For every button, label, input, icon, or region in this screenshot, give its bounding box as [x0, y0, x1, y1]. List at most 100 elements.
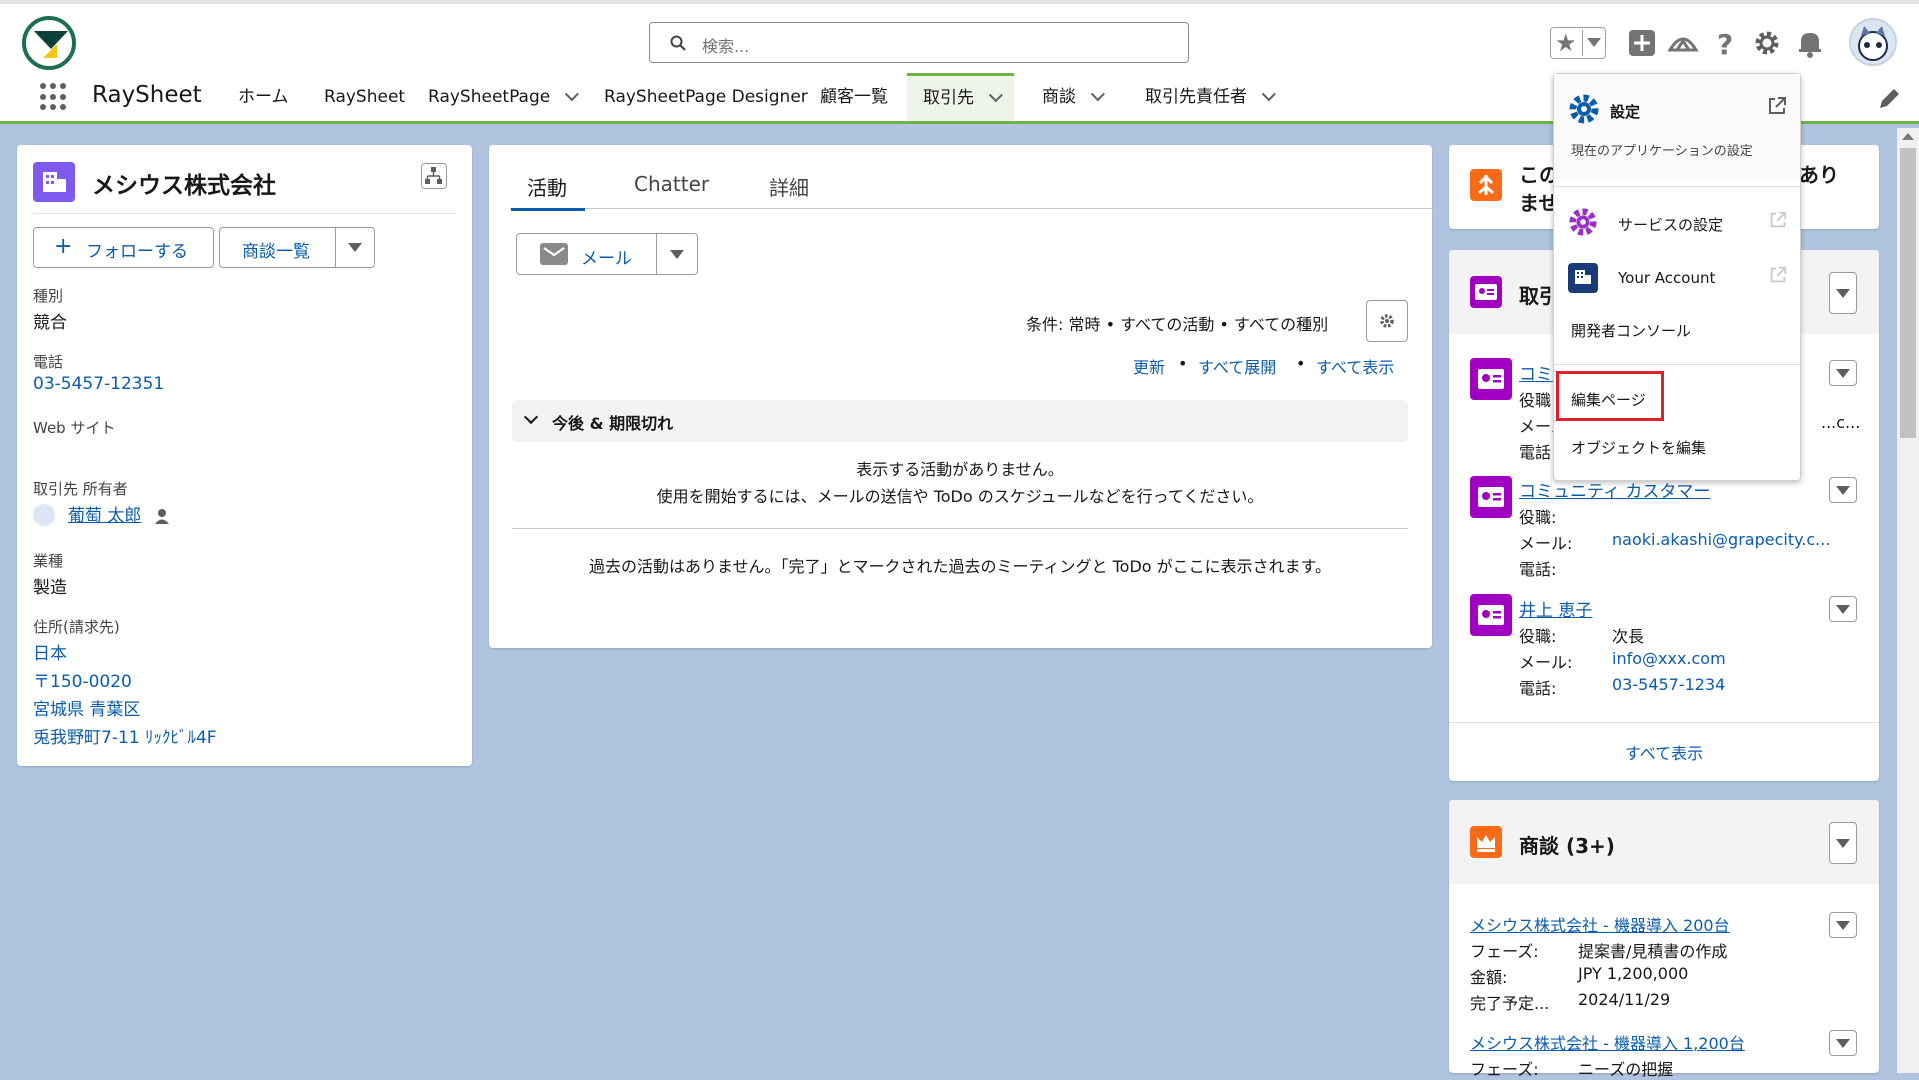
contact-card-icon	[1470, 276, 1502, 308]
nav-item-opportunities[interactable]: 商談	[1042, 73, 1105, 121]
menu-edit-object-item[interactable]: オブジェクトを編集	[1571, 437, 1706, 458]
amount-value: JPY 1,200,000	[1578, 964, 1689, 983]
alert-icon	[1470, 169, 1502, 201]
upcoming-overdue-section-header[interactable]: 今後 & 期限切れ	[512, 400, 1408, 442]
edit-nav-pencil-icon[interactable]	[1877, 87, 1901, 111]
tab-chatter[interactable]: Chatter	[634, 172, 709, 196]
star-icon: ★	[1555, 29, 1577, 57]
email-action-menu-button[interactable]	[656, 233, 698, 275]
email-link[interactable]: ...c...	[1821, 413, 1860, 432]
address-street-link[interactable]: 兎我野町7-11 ﾘｯｸﾋﾞﾙ4F	[33, 723, 217, 748]
follow-button[interactable]: + フォローする	[33, 227, 214, 268]
chevron-down-icon	[1836, 369, 1850, 378]
menu-developer-console-item[interactable]: 開発者コンソール	[1571, 320, 1691, 341]
owner-avatar	[33, 504, 55, 526]
owner-label: 取引先 所有者	[33, 480, 128, 498]
contacts-show-all-link[interactable]: すべて表示	[1449, 740, 1879, 764]
external-link-icon[interactable]	[1766, 95, 1788, 117]
contact-name-link[interactable]: 井上 恵子	[1519, 596, 1592, 621]
setup-gear-icon[interactable]	[1750, 26, 1784, 60]
no-activity-text: 表示する活動がありません。	[856, 460, 1064, 479]
nav-item-raysheet[interactable]: RaySheet	[324, 73, 405, 121]
setup-dropdown-menu: 設定 現在のアプリケーションの設定 サービスの設定 Your Account 開…	[1553, 73, 1801, 481]
settings-gear-icon	[1569, 94, 1599, 124]
industry-value: 製造	[33, 578, 67, 598]
phone-link[interactable]: 03-5457-1234	[1612, 675, 1725, 694]
opportunity-row-menu-button[interactable]	[1829, 1030, 1857, 1056]
separator-dot: •	[1296, 354, 1306, 373]
contact-row-menu-button[interactable]	[1829, 360, 1857, 386]
nav-item-contacts[interactable]: 取引先責任者	[1145, 73, 1276, 121]
chevron-down-icon[interactable]	[988, 88, 1003, 103]
trailhead-icon[interactable]	[1666, 26, 1700, 60]
nav-item-home[interactable]: ホーム	[238, 73, 289, 121]
opportunity-name-link[interactable]: メシウス株式会社 - 機器導入 200台	[1470, 912, 1730, 936]
favorites-button[interactable]: ★	[1550, 27, 1606, 59]
address-zip-link[interactable]: 〒150-0020	[33, 667, 132, 692]
opportunities-menu-button[interactable]	[1829, 822, 1857, 864]
chevron-down-icon	[1836, 839, 1850, 848]
address-country-link[interactable]: 日本	[33, 639, 67, 664]
menu-service-settings-item[interactable]: サービスの設定	[1618, 214, 1723, 235]
global-search-input[interactable]: 検索...	[649, 22, 1189, 63]
more-actions-button[interactable]	[335, 227, 375, 268]
role-label: 役職:	[1519, 508, 1557, 527]
global-actions-plus-icon[interactable]	[1625, 26, 1659, 60]
contact-name-link[interactable]: コミ	[1519, 360, 1553, 385]
show-all-link[interactable]: すべて表示	[1316, 354, 1394, 378]
nav-item-raysheetpage-designer[interactable]: RaySheetPage Designer	[604, 73, 808, 121]
address-city-link[interactable]: 宮城県 青葉区	[33, 695, 140, 720]
menu-settings-item[interactable]: 設定	[1610, 101, 1640, 122]
email-link[interactable]: naoki.akashi@grapecity.c...	[1612, 530, 1830, 549]
phone-label: 電話	[33, 353, 64, 371]
phone-label: 電話:	[1519, 560, 1557, 579]
phone-link[interactable]: 03-5457-12351	[33, 374, 164, 394]
tab-details[interactable]: 詳細	[769, 172, 809, 201]
industry-label: 業種	[33, 552, 64, 570]
close-date-value: 2024/11/29	[1578, 990, 1671, 1009]
deals-list-button[interactable]: 商談一覧	[219, 227, 337, 268]
opportunity-crown-icon	[1470, 826, 1502, 858]
billing-address-label: 住所(請求先)	[33, 618, 120, 636]
chevron-down-icon	[1836, 289, 1850, 298]
help-icon[interactable]: ?	[1708, 26, 1742, 60]
user-avatar[interactable]	[1849, 18, 1897, 66]
contact-row-menu-button[interactable]	[1829, 477, 1857, 503]
nav-item-customer-list[interactable]: 顧客一覧	[820, 73, 888, 121]
chevron-down-icon[interactable]	[1261, 87, 1276, 102]
nav-item-raysheetpage[interactable]: RaySheetPage	[428, 73, 580, 121]
contact-icon	[1470, 594, 1512, 636]
menu-your-account-item[interactable]: Your Account	[1618, 269, 1715, 287]
contact-row-menu-button[interactable]	[1829, 596, 1857, 622]
menu-edit-page-item[interactable]: 編集ページ	[1571, 389, 1646, 410]
opportunity-name-link[interactable]: メシウス株式会社 - 機器導入 1,200台	[1470, 1030, 1745, 1054]
nav-item-accounts[interactable]: 取引先	[907, 73, 1014, 121]
no-past-activity-text: 過去の活動はありません。「完了」とマークされた過去のミーティングと ToDo が…	[588, 557, 1332, 576]
page-scrollbar[interactable]	[1897, 128, 1919, 1073]
phase-label: フェーズ:	[1470, 942, 1539, 961]
expand-all-link[interactable]: すべて展開	[1198, 354, 1276, 378]
hierarchy-button[interactable]	[421, 163, 447, 189]
chevron-down-icon[interactable]	[564, 87, 580, 102]
refresh-link[interactable]: 更新	[1133, 354, 1165, 378]
svg-text:?: ?	[1717, 28, 1733, 60]
external-link-icon[interactable]	[1768, 210, 1788, 230]
opportunity-row-menu-button[interactable]	[1829, 912, 1857, 938]
service-settings-gear-icon	[1569, 208, 1597, 236]
owner-link[interactable]: 葡萄 太郎	[68, 501, 141, 526]
contacts-menu-button[interactable]	[1829, 272, 1857, 314]
org-logo[interactable]	[22, 16, 76, 70]
chevron-down-icon[interactable]	[1090, 87, 1105, 102]
tab-activity[interactable]: 活動	[527, 172, 567, 201]
app-launcher-icon[interactable]	[40, 83, 68, 111]
email-link[interactable]: info@xxx.com	[1612, 649, 1726, 668]
external-link-icon[interactable]	[1768, 265, 1788, 285]
chevron-down-icon	[1836, 486, 1850, 495]
email-action-button[interactable]: メール	[516, 233, 658, 275]
chevron-down-icon	[1836, 1039, 1850, 1048]
activity-filter-settings-button[interactable]	[1366, 300, 1408, 342]
active-tab-indicator	[511, 208, 585, 211]
notifications-bell-icon[interactable]	[1793, 26, 1827, 60]
role-label: 役職	[1519, 391, 1552, 410]
change-owner-icon[interactable]	[154, 507, 172, 525]
